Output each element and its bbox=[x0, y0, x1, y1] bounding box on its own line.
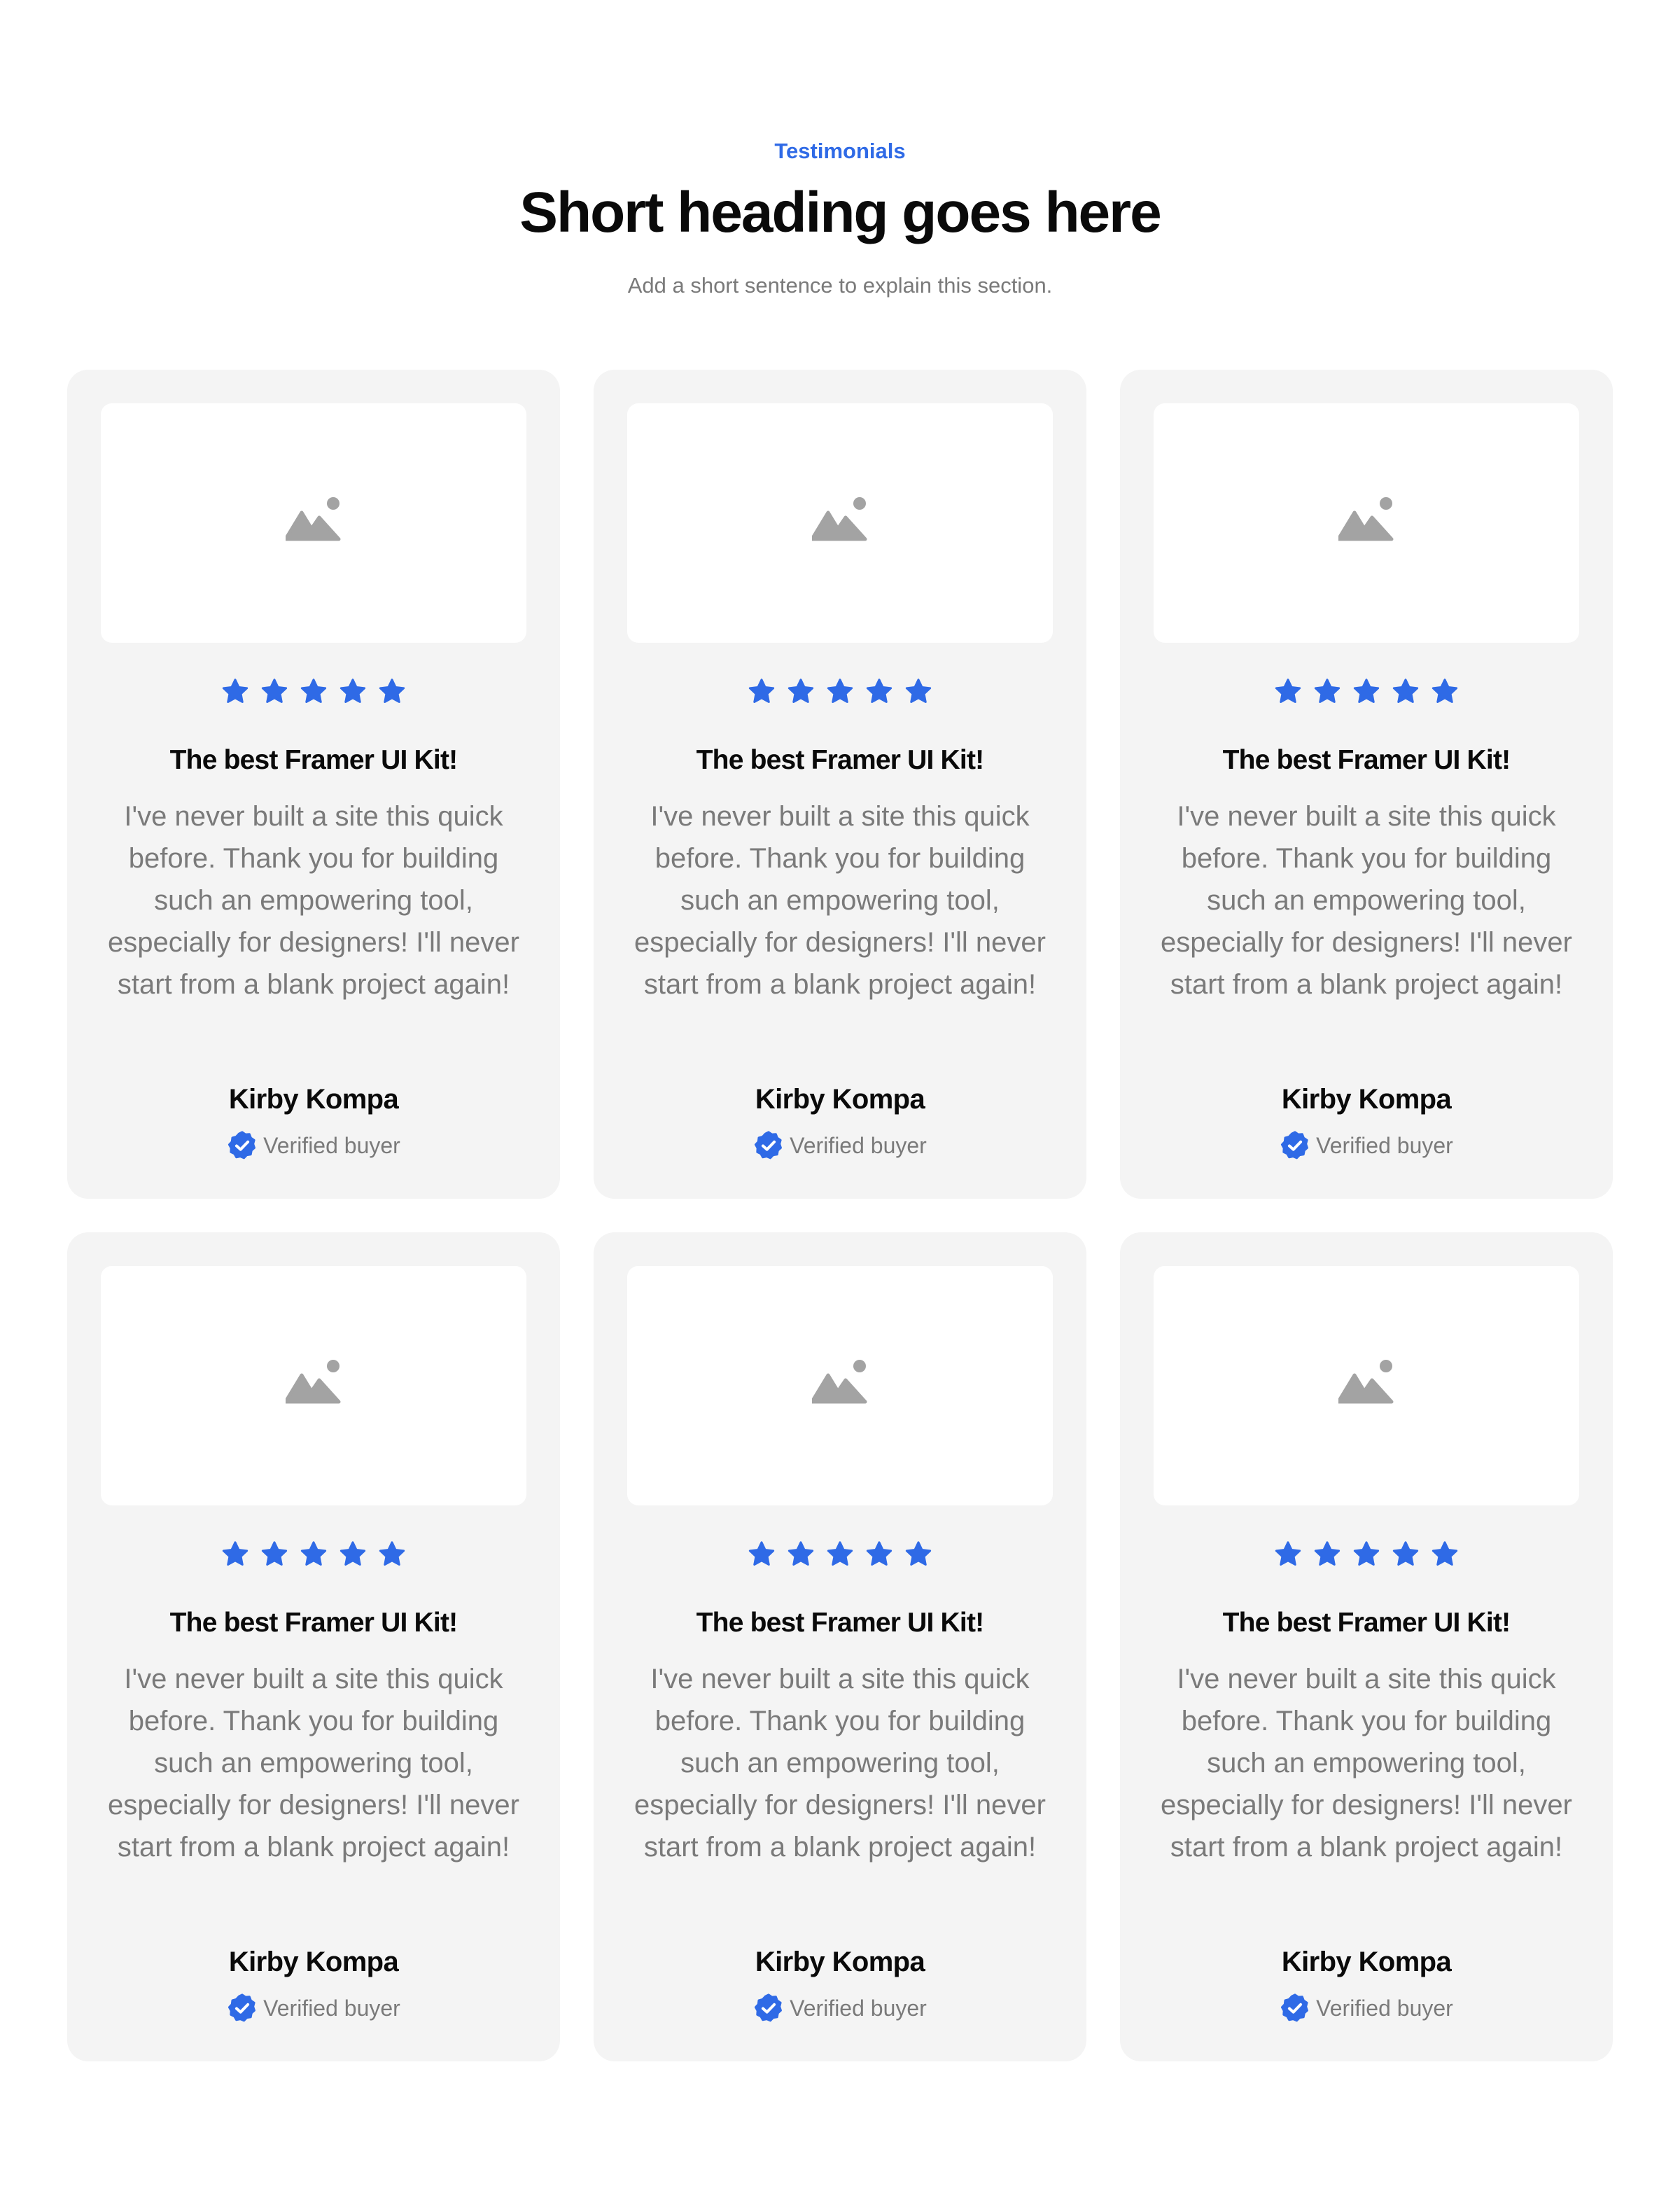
review-title: The best Framer UI Kit! bbox=[1222, 1608, 1511, 1638]
testimonial-card: The best Framer UI Kit! I've never built… bbox=[67, 1232, 560, 2061]
verified-badge-icon bbox=[1281, 1131, 1309, 1160]
section-subheading: Add a short sentence to explain this sec… bbox=[627, 273, 1053, 298]
review-title: The best Framer UI Kit! bbox=[696, 1608, 984, 1638]
star-icon bbox=[300, 678, 327, 703]
verified-badge-icon bbox=[1281, 1993, 1309, 2022]
image-placeholder-icon bbox=[1338, 1360, 1394, 1404]
review-body: I've never built a site this quick befor… bbox=[1161, 1664, 1572, 1863]
review-body: I've never built a site this quick befor… bbox=[108, 1664, 519, 1863]
star-icon bbox=[340, 678, 366, 703]
testimonial-card: The best Framer UI Kit! I've never built… bbox=[1120, 1232, 1613, 2061]
verified-badge-icon bbox=[228, 1131, 256, 1160]
review-title: The best Framer UI Kit! bbox=[169, 1608, 458, 1638]
review-body: I've never built a site this quick befor… bbox=[634, 801, 1046, 1000]
star-icon bbox=[1392, 1541, 1419, 1566]
star-rating bbox=[594, 1539, 1086, 1570]
verified-label: Verified buyer bbox=[790, 1133, 927, 1158]
review-body: I've never built a site this quick befor… bbox=[634, 1664, 1046, 1863]
star-icon bbox=[1432, 678, 1458, 703]
verified-badge-icon bbox=[755, 1993, 783, 2022]
star-icon bbox=[1314, 678, 1340, 703]
testimonial-card: The best Framer UI Kit! I've never built… bbox=[594, 370, 1086, 1199]
verified-label: Verified buyer bbox=[263, 1133, 400, 1158]
review-body: I've never built a site this quick befor… bbox=[108, 801, 519, 1000]
star-icon bbox=[1353, 678, 1380, 703]
star-icon bbox=[261, 1541, 288, 1566]
testimonial-card: The best Framer UI Kit! I've never built… bbox=[594, 1232, 1086, 2061]
testimonial-image bbox=[101, 1266, 526, 1505]
review-title: The best Framer UI Kit! bbox=[1222, 745, 1511, 775]
image-placeholder-icon bbox=[812, 1360, 867, 1404]
testimonial-image bbox=[627, 1266, 1053, 1505]
star-icon bbox=[1275, 1541, 1301, 1566]
star-icon bbox=[261, 678, 288, 703]
testimonial-card: The best Framer UI Kit! I've never built… bbox=[1120, 370, 1613, 1199]
star-icon bbox=[1275, 678, 1301, 703]
testimonial-grid: The best Framer UI Kit! I've never built… bbox=[67, 370, 1613, 2061]
star-icon bbox=[1432, 1541, 1458, 1566]
verified-badge-icon bbox=[228, 1993, 256, 2022]
verified-badge: Verified buyer bbox=[1120, 1993, 1613, 2024]
verified-badge-icon bbox=[755, 1131, 783, 1160]
review-title: The best Framer UI Kit! bbox=[696, 745, 984, 775]
star-icon bbox=[788, 678, 814, 703]
author-name: Kirby Kompa bbox=[755, 1947, 925, 1977]
testimonial-image bbox=[1154, 1266, 1579, 1505]
star-rating bbox=[594, 676, 1086, 707]
star-icon bbox=[1353, 1541, 1380, 1566]
author-name: Kirby Kompa bbox=[228, 1947, 399, 1977]
star-icon bbox=[748, 678, 775, 703]
author-name: Kirby Kompa bbox=[755, 1084, 925, 1115]
star-icon bbox=[1314, 1541, 1340, 1566]
image-placeholder-icon bbox=[1338, 497, 1394, 541]
verified-label: Verified buyer bbox=[790, 1996, 927, 2021]
verified-badge: Verified buyer bbox=[594, 1993, 1086, 2024]
image-placeholder-icon bbox=[286, 1360, 341, 1404]
verified-label: Verified buyer bbox=[263, 1996, 400, 2021]
star-icon bbox=[788, 1541, 814, 1566]
testimonial-card: The best Framer UI Kit! I've never built… bbox=[67, 370, 560, 1199]
verified-badge: Verified buyer bbox=[594, 1130, 1086, 1161]
testimonial-image bbox=[627, 403, 1053, 643]
star-icon bbox=[300, 1541, 327, 1566]
author-name: Kirby Kompa bbox=[228, 1084, 399, 1115]
star-icon bbox=[905, 1541, 932, 1566]
testimonial-image bbox=[101, 403, 526, 643]
star-icon bbox=[866, 678, 892, 703]
verified-badge: Verified buyer bbox=[1120, 1130, 1613, 1161]
star-rating bbox=[67, 676, 560, 707]
review-body: I've never built a site this quick befor… bbox=[1161, 801, 1572, 1000]
testimonial-image bbox=[1154, 403, 1579, 643]
star-icon bbox=[379, 1541, 405, 1566]
star-icon bbox=[379, 678, 405, 703]
section-heading: Short heading goes here bbox=[519, 181, 1161, 244]
author-name: Kirby Kompa bbox=[1281, 1084, 1452, 1115]
star-icon bbox=[905, 678, 932, 703]
star-rating bbox=[1120, 1539, 1613, 1570]
review-title: The best Framer UI Kit! bbox=[169, 745, 458, 775]
verified-badge: Verified buyer bbox=[67, 1993, 560, 2024]
star-icon bbox=[222, 1541, 248, 1566]
star-icon bbox=[748, 1541, 775, 1566]
star-rating bbox=[1120, 676, 1613, 707]
verified-label: Verified buyer bbox=[1316, 1133, 1453, 1158]
star-icon bbox=[866, 1541, 892, 1566]
image-placeholder-icon bbox=[286, 497, 341, 541]
star-icon bbox=[1392, 678, 1419, 703]
star-icon bbox=[222, 678, 248, 703]
star-icon bbox=[340, 1541, 366, 1566]
verified-badge: Verified buyer bbox=[67, 1130, 560, 1161]
star-icon bbox=[827, 678, 853, 703]
star-rating bbox=[67, 1539, 560, 1570]
section-eyebrow: Testimonials bbox=[774, 139, 906, 163]
image-placeholder-icon bbox=[812, 497, 867, 541]
verified-label: Verified buyer bbox=[1316, 1996, 1453, 2021]
star-icon bbox=[827, 1541, 853, 1566]
author-name: Kirby Kompa bbox=[1281, 1947, 1452, 1977]
